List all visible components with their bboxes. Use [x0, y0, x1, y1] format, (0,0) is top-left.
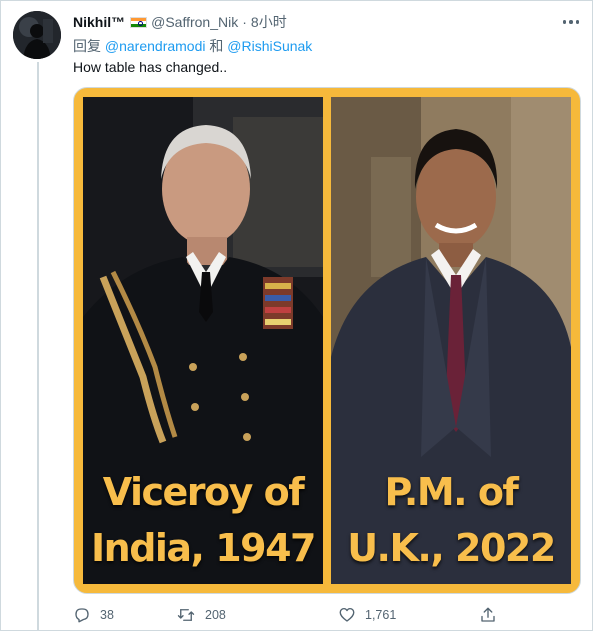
thread-line: [37, 62, 39, 631]
viceroy-photo: Viceroy of India, 1947: [83, 97, 323, 584]
more-options-icon[interactable]: [559, 12, 583, 32]
right-caption-line1: P.M. of: [384, 470, 519, 514]
heart-icon: [339, 607, 355, 622]
replying-to: 回复 @narendramodi 和 @RishiSunak: [73, 36, 312, 56]
like-count: 1,761: [365, 608, 397, 622]
author-name[interactable]: Nikhil™: [73, 14, 125, 30]
reply-button[interactable]: 38: [73, 603, 114, 627]
reply-icon: [75, 608, 89, 623]
timestamp[interactable]: 8小时: [251, 12, 287, 32]
india-flag-icon: [130, 16, 148, 28]
avatar[interactable]: [13, 11, 61, 59]
like-button[interactable]: 1,761: [338, 603, 396, 627]
left-caption-line1: Viceroy of: [102, 470, 305, 514]
share-icon: [481, 607, 495, 622]
separator: ·: [242, 14, 247, 30]
pm-photo: P.M. of U.K., 2022: [331, 97, 571, 584]
tweet-text: How table has changed..: [73, 59, 228, 75]
reply-conjunction: 和: [209, 38, 224, 54]
left-caption-line2: India, 1947: [91, 526, 317, 570]
avatar-image: [13, 11, 61, 59]
tweet-media[interactable]: Viceroy of India, 1947 P.M. of U.K., 202…: [73, 87, 581, 594]
mention-narendramodi[interactable]: @narendramodi: [105, 38, 206, 54]
author-handle[interactable]: @Saffron_Nik: [151, 14, 238, 30]
reply-prefix: 回复: [73, 38, 101, 54]
right-caption-line2: U.K., 2022: [347, 526, 556, 570]
mention-rishisunak[interactable]: @RishiSunak: [227, 38, 312, 54]
tweet-actions: 38 208 1,761: [73, 603, 513, 627]
retweet-icon: [177, 609, 195, 621]
tweet-header: Nikhil™ @Saffron_Nik · 8小时: [73, 13, 287, 31]
share-button[interactable]: [479, 603, 506, 627]
retweet-button[interactable]: 208: [176, 603, 226, 627]
reply-count: 38: [100, 608, 114, 622]
retweet-count: 208: [205, 608, 226, 622]
